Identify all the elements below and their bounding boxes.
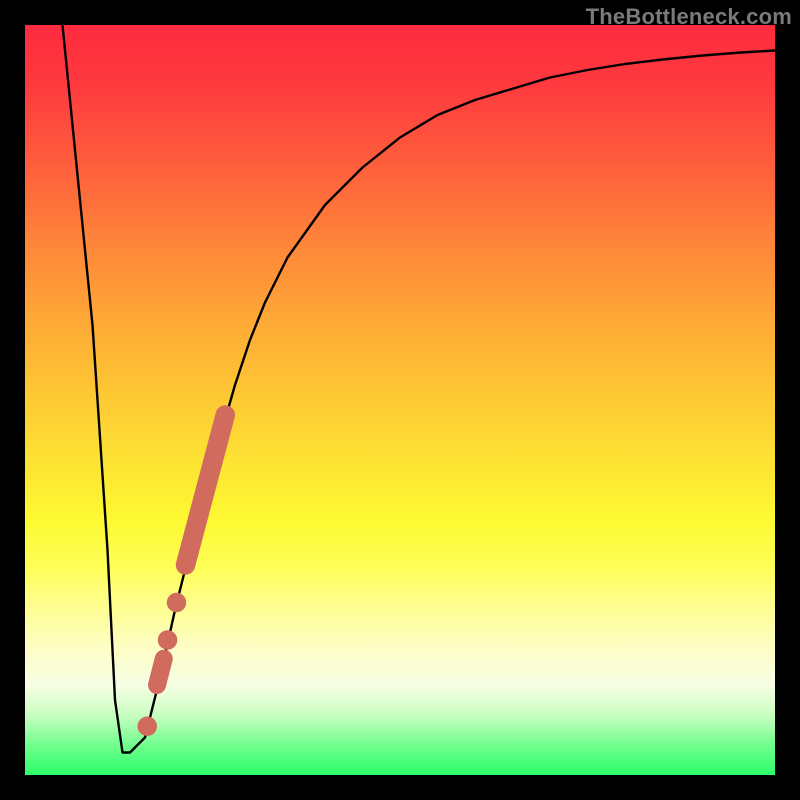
marker-dot (167, 593, 187, 613)
watermark-text: TheBottleneck.com (586, 4, 792, 30)
marker-dot (158, 630, 178, 650)
marker-segment (157, 659, 164, 685)
marker-segment (186, 415, 226, 565)
plot-area (25, 25, 775, 775)
chart-markers (138, 415, 226, 736)
chart-svg (25, 25, 775, 775)
marker-dot (138, 717, 158, 737)
chart-frame: TheBottleneck.com (0, 0, 800, 800)
